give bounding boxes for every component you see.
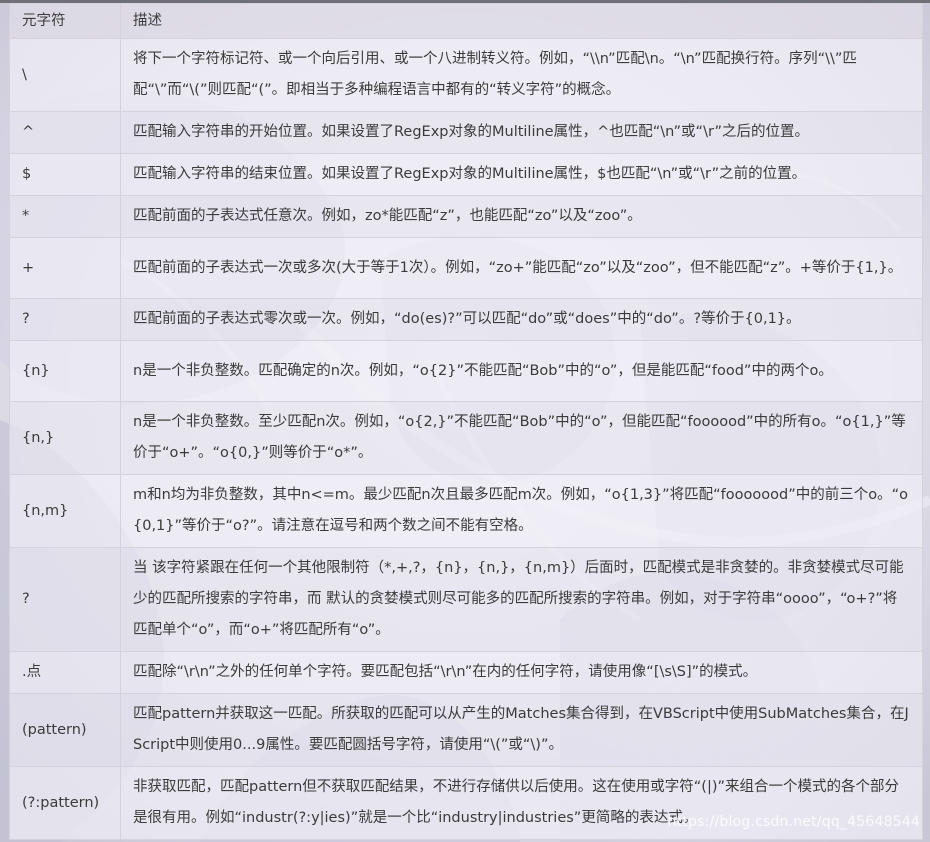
row-symbol: {n,} bbox=[9, 401, 121, 475]
row-symbol: (?:pattern) bbox=[9, 766, 121, 840]
row-symbol: ? bbox=[9, 547, 121, 652]
row-symbol: ^ bbox=[9, 111, 121, 154]
row-description: n是一个非负整数。至少匹配n次。例如，“o{2,}”不能匹配“Bob”中的“o”… bbox=[120, 401, 923, 475]
row-description: m和n均为非负整数，其中n<=m。最少匹配n次且最多匹配m次。例如，“o{1,3… bbox=[120, 474, 923, 548]
table-row: ? 当 该字符紧跟在任何一个其他限制符（*,+,?，{n}，{n,}，{n,m}… bbox=[9, 547, 923, 652]
table-row: {n,} n是一个非负整数。至少匹配n次。例如，“o{2,}”不能匹配“Bob”… bbox=[9, 401, 923, 475]
header-metachar: 元字符 bbox=[9, 3, 121, 39]
regex-metachar-table: 元字符 描述 \ 将下一个字符标记符、或一个向后引用、或一个八进制转义符。例如，… bbox=[9, 3, 923, 840]
table-row: * 匹配前面的子表达式任意次。例如，zo*能匹配“z”，也能匹配“zo”以及“z… bbox=[9, 195, 923, 238]
row-symbol: * bbox=[9, 195, 121, 238]
row-symbol: {n,m} bbox=[9, 474, 121, 548]
row-symbol: {n} bbox=[9, 340, 121, 402]
row-description: 将下一个字符标记符、或一个向后引用、或一个八进制转义符。例如，“\\n”匹配\n… bbox=[120, 38, 923, 112]
table-header-row: 元字符 描述 bbox=[9, 3, 923, 39]
table-row: ^ 匹配输入字符串的开始位置。如果设置了RegExp对象的Multiline属性… bbox=[9, 111, 923, 154]
table-row: \ 将下一个字符标记符、或一个向后引用、或一个八进制转义符。例如，“\\n”匹配… bbox=[9, 38, 923, 112]
table-row: $ 匹配输入字符串的结束位置。如果设置了RegExp对象的Multiline属性… bbox=[9, 153, 923, 196]
table-row: + 匹配前面的子表达式一次或多次(大于等于1次）。例如，“zo+”能匹配“zo”… bbox=[9, 237, 923, 299]
row-description: 匹配pattern并获取这一匹配。所获取的匹配可以从产生的Matches集合得到… bbox=[120, 693, 923, 767]
row-symbol: $ bbox=[9, 153, 121, 196]
row-symbol: \ bbox=[9, 38, 121, 112]
table-row: {n,m} m和n均为非负整数，其中n<=m。最少匹配n次且最多匹配m次。例如，… bbox=[9, 474, 923, 548]
row-symbol: .点 bbox=[9, 651, 121, 694]
row-description: 匹配前面的子表达式任意次。例如，zo*能匹配“z”，也能匹配“zo”以及“zoo… bbox=[120, 195, 923, 238]
row-description: 匹配输入字符串的结束位置。如果设置了RegExp对象的Multiline属性，$… bbox=[120, 153, 923, 196]
row-description: 匹配输入字符串的开始位置。如果设置了RegExp对象的Multiline属性，^… bbox=[120, 111, 923, 154]
table-row: .点 匹配除“\r\n”之外的任何单个字符。要匹配包括“\r\n”在内的任何字符… bbox=[9, 651, 923, 694]
table-row: (pattern) 匹配pattern并获取这一匹配。所获取的匹配可以从产生的M… bbox=[9, 693, 923, 767]
table-row: {n} n是一个非负整数。匹配确定的n次。例如，“o{2}”不能匹配“Bob”中… bbox=[9, 340, 923, 402]
watermark-url: https://blog.csdn.net/qq_45648544 bbox=[667, 814, 920, 830]
row-description: 匹配除“\r\n”之外的任何单个字符。要匹配包括“\r\n”在内的任何字符，请使… bbox=[120, 651, 923, 694]
row-symbol: (pattern) bbox=[9, 693, 121, 767]
row-symbol: + bbox=[9, 237, 121, 299]
row-description: 匹配前面的子表达式零次或一次。例如，“do(es)?”可以匹配“do”或“doe… bbox=[120, 298, 923, 341]
row-description: 匹配前面的子表达式一次或多次(大于等于1次）。例如，“zo+”能匹配“zo”以及… bbox=[120, 237, 923, 299]
row-symbol: ? bbox=[9, 298, 121, 341]
header-description: 描述 bbox=[120, 3, 923, 39]
regex-reference-table-container: 元字符 描述 \ 将下一个字符标记符、或一个向后引用、或一个八进制转义符。例如，… bbox=[0, 0, 930, 842]
row-description: n是一个非负整数。匹配确定的n次。例如，“o{2}”不能匹配“Bob”中的“o”… bbox=[120, 340, 923, 402]
row-description: 当 该字符紧跟在任何一个其他限制符（*,+,?，{n}，{n,}，{n,m}）后… bbox=[120, 547, 923, 652]
table-row: ? 匹配前面的子表达式零次或一次。例如，“do(es)?”可以匹配“do”或“d… bbox=[9, 298, 923, 341]
